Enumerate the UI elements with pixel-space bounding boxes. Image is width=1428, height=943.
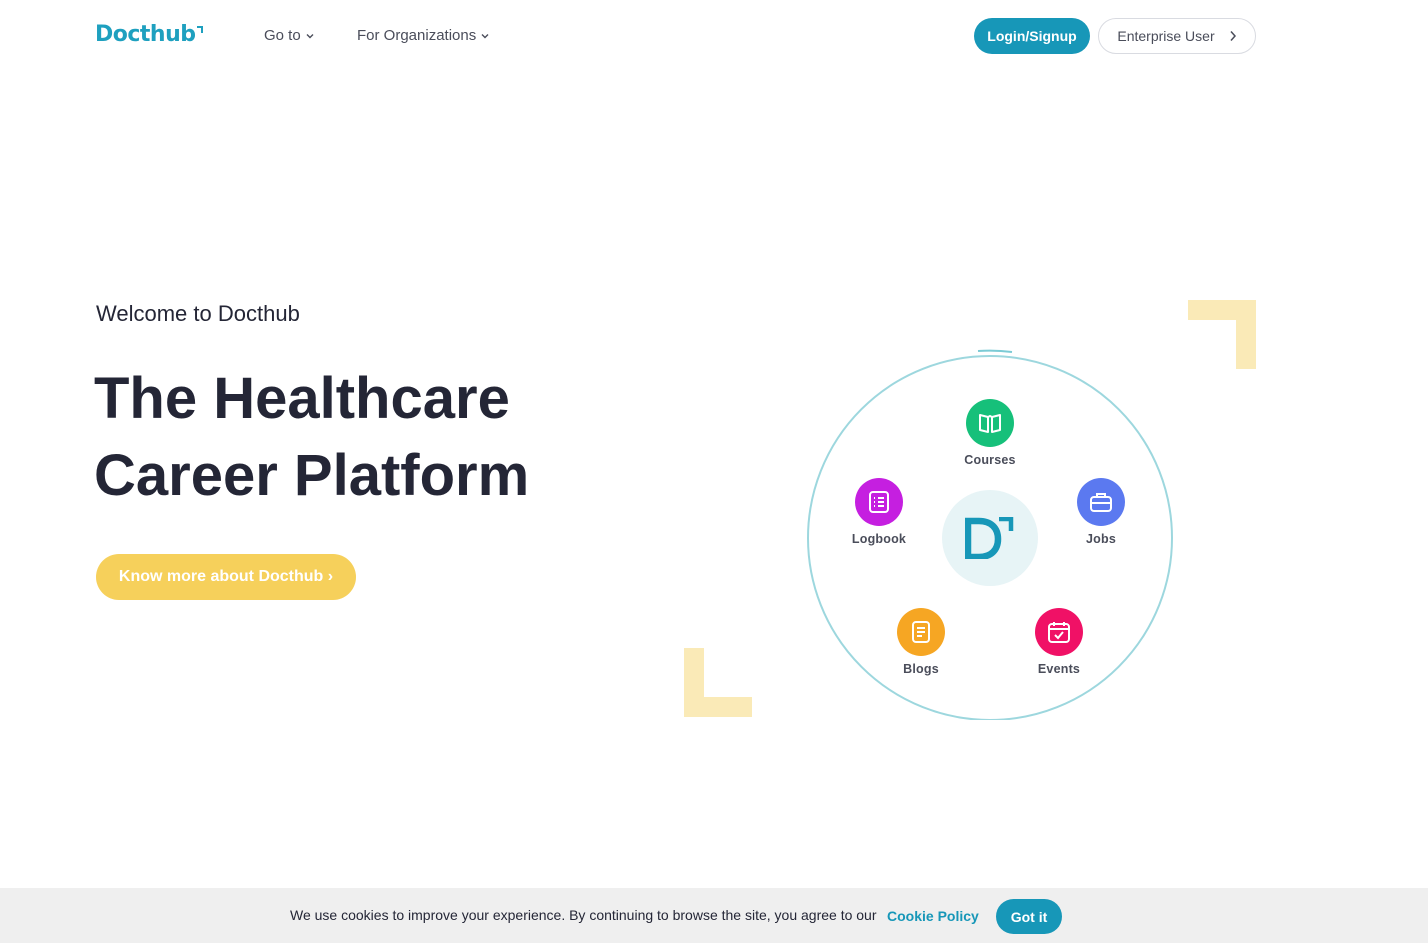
orbit-arc bbox=[977, 349, 1013, 353]
node-jobs-label: Jobs bbox=[1086, 532, 1116, 546]
docthub-d-icon bbox=[965, 517, 1014, 559]
nav-for-organizations[interactable]: For Organizations bbox=[357, 27, 490, 44]
node-events-label: Events bbox=[1037, 662, 1081, 676]
enterprise-user-label: Enterprise User bbox=[1117, 28, 1215, 44]
calendar-icon bbox=[1035, 608, 1083, 656]
nav-go-to[interactable]: Go to bbox=[264, 27, 315, 44]
node-courses[interactable]: Courses bbox=[940, 399, 1040, 467]
briefcase-icon bbox=[1077, 478, 1125, 526]
page-title-line-2: Career Platform bbox=[94, 443, 530, 508]
logo-text: Docthub bbox=[95, 22, 196, 47]
node-logbook[interactable]: Logbook bbox=[829, 478, 929, 546]
chevron-right-icon bbox=[1230, 31, 1236, 41]
cookie-banner: We use cookies to improve your experienc… bbox=[0, 888, 1428, 943]
node-blogs-label: Blogs bbox=[903, 662, 939, 676]
nav-go-to-label: Go to bbox=[264, 27, 301, 44]
got-it-button[interactable]: Got it bbox=[996, 899, 1062, 934]
node-events[interactable]: Events bbox=[1009, 608, 1109, 676]
node-logbook-label: Logbook bbox=[851, 532, 907, 546]
docthub-logo[interactable]: Docthub bbox=[95, 22, 203, 47]
decorative-corner-top-right bbox=[1188, 300, 1256, 369]
list-icon bbox=[855, 478, 903, 526]
page-title: The Healthcare Career Platform bbox=[94, 360, 654, 514]
chevron-down-icon bbox=[481, 33, 489, 38]
nav-for-organizations-label: For Organizations bbox=[357, 27, 477, 44]
cookie-policy-link[interactable]: Cookie Policy bbox=[887, 908, 979, 924]
node-blogs[interactable]: Blogs bbox=[871, 608, 971, 676]
know-more-button[interactable]: Know more about Docthub › bbox=[96, 554, 356, 600]
node-jobs[interactable]: Jobs bbox=[1051, 478, 1151, 546]
enterprise-user-button[interactable]: Enterprise User bbox=[1098, 18, 1256, 54]
node-courses-label: Courses bbox=[964, 453, 1016, 467]
document-icon bbox=[897, 608, 945, 656]
decorative-corner-bottom-left bbox=[684, 648, 752, 717]
cookie-message: We use cookies to improve your experienc… bbox=[290, 907, 877, 923]
chevron-down-icon bbox=[306, 33, 314, 38]
logo-mark-icon bbox=[196, 26, 203, 33]
welcome-heading: Welcome to Docthub bbox=[96, 301, 300, 326]
top-header: Docthub Go to For Organizations Login/Si… bbox=[0, 0, 1428, 72]
page-title-line-1: The Healthcare bbox=[94, 366, 510, 431]
book-icon bbox=[966, 399, 1014, 447]
docthub-center-logo bbox=[942, 490, 1038, 586]
login-signup-button[interactable]: Login/Signup bbox=[974, 18, 1090, 54]
